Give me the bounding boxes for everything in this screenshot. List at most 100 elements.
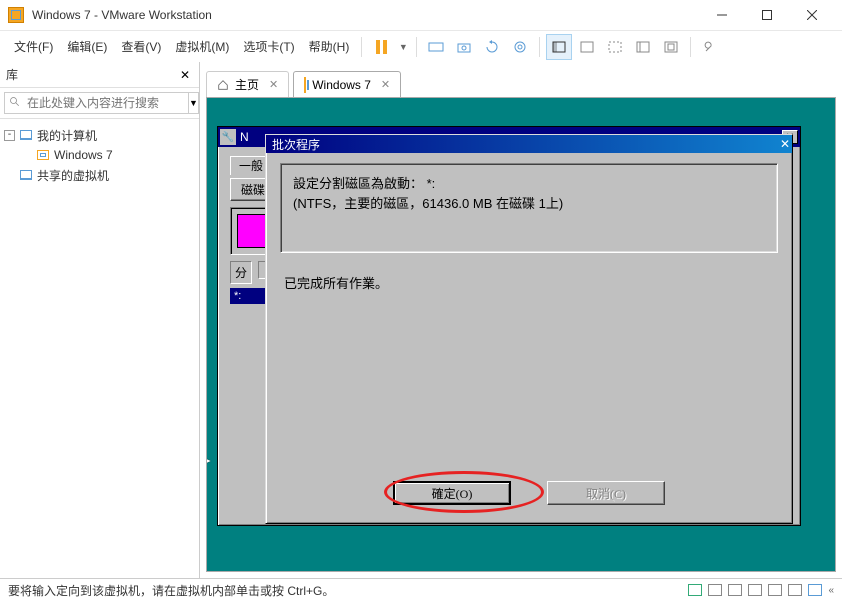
wrench-icon bbox=[703, 40, 717, 54]
cancel-button: 取消(C) bbox=[547, 481, 665, 505]
device-display-icon[interactable] bbox=[808, 584, 822, 596]
menu-edit[interactable]: 编辑(E) bbox=[61, 34, 113, 59]
sidebar-title: 库 bbox=[6, 66, 177, 83]
section-label: 分 bbox=[230, 261, 252, 284]
fullscreen-button[interactable] bbox=[602, 34, 628, 60]
pause-button[interactable] bbox=[368, 34, 394, 60]
send-ctrl-alt-del-button[interactable] bbox=[423, 34, 449, 60]
menu-vm[interactable]: 虚拟机(M) bbox=[169, 34, 235, 59]
camera-icon bbox=[457, 40, 471, 54]
unity-button[interactable] bbox=[630, 34, 656, 60]
partition-block-left bbox=[237, 214, 267, 248]
vmware-icon bbox=[8, 7, 24, 23]
device-disk-icon[interactable] bbox=[688, 584, 702, 596]
snapshot-manager-button[interactable] bbox=[507, 34, 533, 60]
vm-icon bbox=[36, 149, 50, 161]
fullscreen-icon bbox=[608, 41, 622, 53]
tab-label: Windows 7 bbox=[312, 78, 371, 92]
computer-icon bbox=[19, 129, 33, 141]
tab-close-button[interactable]: ✕ bbox=[381, 78, 390, 91]
tree-vm-windows7[interactable]: Windows 7 bbox=[22, 145, 195, 165]
tree-label: Windows 7 bbox=[54, 148, 113, 162]
stretch-icon bbox=[664, 41, 678, 53]
dialog-status: 已完成所有作業。 bbox=[280, 253, 778, 475]
dialog-titlebar[interactable]: 批次程序 ✕ bbox=[266, 135, 792, 153]
msg-line-1: 設定分割磁區為啟動： *: bbox=[293, 174, 765, 194]
status-chevron-icon[interactable]: « bbox=[828, 585, 834, 596]
tab-home[interactable]: 主页 ✕ bbox=[206, 71, 289, 97]
maximize-icon bbox=[762, 10, 772, 20]
close-icon bbox=[807, 10, 817, 20]
tab-windows7[interactable]: Windows 7 ✕ bbox=[293, 71, 401, 97]
computer-icon bbox=[19, 169, 33, 181]
device-sound-icon[interactable] bbox=[768, 584, 782, 596]
menu-help[interactable]: 帮助(H) bbox=[303, 34, 356, 59]
minimize-button[interactable] bbox=[699, 1, 744, 30]
revert-snapshot-button[interactable] bbox=[479, 34, 505, 60]
minimize-icon bbox=[717, 10, 727, 20]
single-view-icon bbox=[552, 41, 566, 53]
toolbar-divider bbox=[416, 37, 417, 57]
partition-label: *: bbox=[234, 290, 241, 302]
batch-dialog: 批次程序 ✕ 設定分割磁區為啟動： *: (NTFS，主要的磁區，61436.0… bbox=[265, 134, 793, 524]
library-sidebar: 库 ✕ ▼ - 我的计算机 Windows 7 bbox=[0, 62, 200, 578]
snapshot-manager-icon bbox=[513, 40, 527, 54]
device-net-icon[interactable] bbox=[728, 584, 742, 596]
statusbar: 要将输入定向到该虚拟机，请在虚拟机内部单击或按 Ctrl+G。 « bbox=[0, 578, 842, 601]
vm-screen[interactable]: ➤ 🔧 N ✕ 一般 磁碟 bbox=[206, 97, 836, 572]
msg-line-2: (NTFS，主要的磁區，61436.0 MB 在磁碟 1上) bbox=[293, 194, 765, 214]
search-icon bbox=[9, 96, 21, 108]
menu-file[interactable]: 文件(F) bbox=[8, 34, 59, 59]
dialog-close-button[interactable]: ✕ bbox=[780, 137, 790, 151]
sidebar-close-button[interactable]: ✕ bbox=[177, 68, 193, 82]
dialog-title: 批次程序 bbox=[268, 136, 780, 153]
menubar: 文件(F) 编辑(E) 查看(V) 虚拟机(M) 选项卡(T) 帮助(H) ▼ bbox=[0, 30, 842, 62]
dialog-message-box: 設定分割磁區為啟動： *: (NTFS，主要的磁區，61436.0 MB 在磁碟… bbox=[280, 163, 778, 253]
ok-button[interactable]: 確定(O) bbox=[393, 481, 511, 505]
vm-icon bbox=[304, 78, 306, 92]
tree-shared-vms[interactable]: 共享的虚拟机 bbox=[4, 165, 195, 185]
status-text: 要将输入定向到该虚拟机，请在虚拟机内部单击或按 Ctrl+G。 bbox=[8, 582, 334, 599]
toolbar-divider bbox=[690, 37, 691, 57]
titlebar: Windows 7 - VMware Workstation bbox=[0, 0, 842, 30]
chevron-down-icon: ▼ bbox=[189, 98, 198, 108]
console-view-icon bbox=[580, 41, 594, 53]
sidebar-header: 库 ✕ bbox=[0, 62, 199, 88]
tab-row: 主页 ✕ Windows 7 ✕ bbox=[206, 67, 836, 97]
library-tree: - 我的计算机 Windows 7 共享的虚拟机 bbox=[0, 119, 199, 191]
snapshot-button[interactable] bbox=[451, 34, 477, 60]
view-single-button[interactable] bbox=[546, 34, 572, 60]
pause-dropdown[interactable]: ▼ bbox=[396, 34, 410, 60]
tab-label: 主页 bbox=[235, 76, 259, 93]
vm-area: 主页 ✕ Windows 7 ✕ ➤ 🔧 N ✕ bbox=[200, 62, 842, 578]
maximize-button[interactable] bbox=[744, 1, 789, 30]
search-input[interactable] bbox=[4, 92, 189, 114]
tree-label: 我的计算机 bbox=[37, 127, 97, 144]
settings-toolbar-button[interactable] bbox=[697, 34, 723, 60]
tree-label: 共享的虚拟机 bbox=[37, 167, 109, 184]
toolbar-divider bbox=[539, 37, 540, 57]
close-button[interactable] bbox=[789, 1, 834, 30]
revert-icon bbox=[485, 40, 499, 54]
menu-view[interactable]: 查看(V) bbox=[115, 34, 167, 59]
menu-tabs[interactable]: 选项卡(T) bbox=[237, 34, 300, 59]
device-printer-icon[interactable] bbox=[788, 584, 802, 596]
search-dropdown[interactable]: ▼ bbox=[189, 92, 199, 114]
view-console-button[interactable] bbox=[574, 34, 600, 60]
search-row: ▼ bbox=[0, 88, 199, 119]
stretch-button[interactable] bbox=[658, 34, 684, 60]
app-small-icon: 🔧 bbox=[220, 129, 236, 145]
device-usb-icon[interactable] bbox=[748, 584, 762, 596]
collapse-toggle[interactable]: - bbox=[4, 130, 15, 141]
chevron-down-icon: ▼ bbox=[399, 42, 408, 52]
unity-icon bbox=[636, 41, 650, 53]
tab-close-button[interactable]: ✕ bbox=[269, 78, 278, 91]
toolbar-divider bbox=[361, 37, 362, 57]
dialog-button-row: 確定(O) 取消(C) bbox=[280, 475, 778, 517]
mouse-cursor-icon: ➤ bbox=[206, 451, 211, 471]
home-icon bbox=[217, 79, 229, 91]
tree-my-computer[interactable]: - 我的计算机 bbox=[4, 125, 195, 145]
keyboard-icon bbox=[428, 40, 444, 54]
window-title: Windows 7 - VMware Workstation bbox=[32, 8, 212, 22]
device-cd-icon[interactable] bbox=[708, 584, 722, 596]
